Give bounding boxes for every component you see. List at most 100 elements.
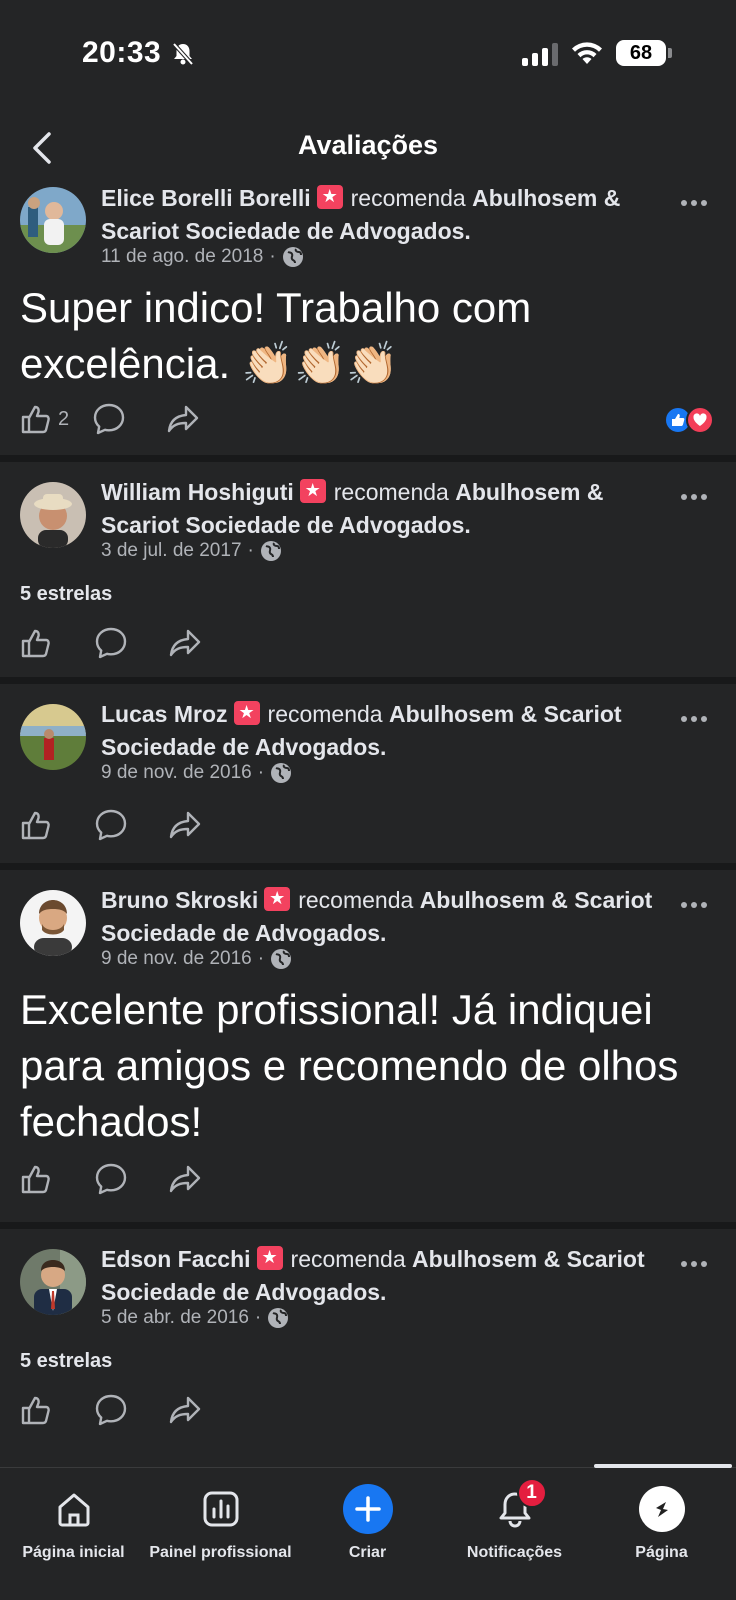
recommend-verb: recomenda xyxy=(333,479,449,505)
bell-icon: 1 xyxy=(495,1478,547,1534)
globe-icon xyxy=(268,1308,289,1328)
thumbs-up-icon xyxy=(21,629,50,658)
avatar[interactable] xyxy=(20,187,86,253)
recommend-verb: recomenda xyxy=(298,887,414,913)
battery-indicator: 68 xyxy=(616,40,666,66)
share-button[interactable] xyxy=(166,403,200,435)
like-button[interactable] xyxy=(20,627,94,659)
share-icon xyxy=(167,405,199,433)
review-date[interactable]: 9 de nov. de 2016 xyxy=(101,948,252,970)
nav-notifications[interactable]: 1 Notificações xyxy=(441,1478,588,1562)
nav-page[interactable]: Página xyxy=(588,1484,735,1562)
battery-cap xyxy=(668,48,672,58)
reviewer-name[interactable]: Edson Facchi xyxy=(101,1246,251,1272)
comment-button[interactable] xyxy=(94,1162,168,1196)
review-header: Edson Facchirecomenda Abulhosem & Scario… xyxy=(101,1243,656,1309)
review-date-line: 9 de nov. de 2016 · xyxy=(101,762,292,784)
share-button[interactable] xyxy=(168,1163,202,1195)
comment-icon xyxy=(95,1394,127,1426)
reviewer-name[interactable]: Lucas Mroz xyxy=(101,701,228,727)
avatar[interactable] xyxy=(20,704,86,770)
more-options-button[interactable] xyxy=(674,1249,714,1279)
share-button[interactable] xyxy=(168,1394,202,1426)
review-card: Elice Borelli Borellirecomenda Abulhosem… xyxy=(0,185,736,462)
more-options-button[interactable] xyxy=(674,890,714,920)
thumbs-up-icon xyxy=(21,811,50,840)
bell-off-icon xyxy=(172,42,194,71)
share-button[interactable] xyxy=(168,809,202,841)
avatar[interactable] xyxy=(20,890,86,956)
rating-text: 5 estrelas xyxy=(20,583,113,605)
page-logo-icon xyxy=(638,1486,685,1532)
create-button-wrap xyxy=(342,1484,393,1534)
globe-icon xyxy=(282,247,303,267)
comment-icon xyxy=(95,1163,127,1195)
share-icon xyxy=(169,1165,201,1193)
share-button[interactable] xyxy=(168,627,202,659)
review-text: Super indico! Trabalho com excelência. 👏… xyxy=(20,284,532,387)
separator-dot: · xyxy=(247,540,254,561)
globe-icon xyxy=(271,949,292,969)
review-actions xyxy=(20,626,202,660)
review-card: Edson Facchirecomenda Abulhosem & Scario… xyxy=(0,1229,736,1461)
recommend-star-icon xyxy=(299,479,326,503)
review-date[interactable]: 3 de jul. de 2017 xyxy=(101,540,242,562)
recommend-star-icon xyxy=(233,701,260,725)
review-card: Bruno Skroskirecomenda Abulhosem & Scari… xyxy=(0,870,736,1229)
page-title: Avaliações xyxy=(297,130,439,160)
like-button[interactable] xyxy=(20,809,94,841)
review-text: Excelente profissional! Já indiquei para… xyxy=(20,986,679,1145)
comment-icon xyxy=(95,627,127,659)
globe-icon xyxy=(271,763,292,783)
status-time: 20:33 xyxy=(82,36,162,69)
active-tab-indicator xyxy=(594,1464,732,1468)
wifi-icon xyxy=(570,40,604,71)
nav-dashboard[interactable]: Painel profissional xyxy=(147,1484,294,1562)
avatar[interactable] xyxy=(20,482,86,548)
globe-icon xyxy=(260,541,281,561)
comment-icon xyxy=(93,403,125,435)
separator-dot: · xyxy=(257,948,265,969)
like-button[interactable] xyxy=(20,1394,94,1426)
reviewer-name[interactable]: Elice Borelli Borelli xyxy=(101,185,311,211)
rating-text: 5 estrelas xyxy=(20,1350,113,1372)
avatar[interactable] xyxy=(20,1249,86,1315)
review-date[interactable]: 9 de nov. de 2016 xyxy=(101,762,252,784)
review-card: Lucas Mrozrecomenda Abulhosem & Scariot … xyxy=(0,684,736,870)
cellular-signal-icon xyxy=(522,42,558,66)
love-reaction-icon xyxy=(686,406,714,434)
review-date[interactable]: 5 de abr. de 2016 xyxy=(101,1307,249,1329)
review-date-line: 9 de nov. de 2016 · xyxy=(101,948,292,970)
reviewer-name[interactable]: William Hoshiguti xyxy=(101,479,294,505)
like-button[interactable]: 2 xyxy=(20,403,92,435)
nav-create[interactable]: Criar xyxy=(294,1484,441,1562)
separator-dot: · xyxy=(257,762,265,783)
review-date[interactable]: 11 de ago. de 2018 xyxy=(101,246,263,268)
review-card: William Hoshigutirecomenda Abulhosem & S… xyxy=(0,462,736,684)
recommend-verb: recomenda xyxy=(350,185,466,211)
notifications-badge: 1 xyxy=(516,1478,547,1508)
separator-dot: · xyxy=(254,1307,262,1328)
page-avatar-wrap xyxy=(638,1484,685,1534)
nav-home[interactable]: Página inicial xyxy=(0,1484,147,1562)
reviewer-name[interactable]: Bruno Skroski xyxy=(101,887,258,913)
like-button[interactable] xyxy=(20,1163,94,1195)
thumbs-up-icon xyxy=(21,405,50,434)
review-date-line: 3 de jul. de 2017 · xyxy=(101,540,282,562)
comment-button[interactable] xyxy=(94,1393,168,1427)
recommend-star-icon xyxy=(316,185,343,209)
more-options-button[interactable] xyxy=(674,188,714,218)
nav-create-label: Criar xyxy=(348,1544,387,1561)
more-options-button[interactable] xyxy=(674,482,714,512)
comment-button[interactable] xyxy=(94,626,168,660)
more-options-button[interactable] xyxy=(674,704,714,734)
review-header: William Hoshigutirecomenda Abulhosem & S… xyxy=(101,476,656,542)
reactions-summary[interactable] xyxy=(664,406,714,434)
nav-home-label: Página inicial xyxy=(22,1544,125,1561)
review-actions xyxy=(20,808,202,842)
comment-button[interactable] xyxy=(92,402,166,436)
review-date-line: 11 de ago. de 2018 · xyxy=(101,246,304,268)
top-header: Avaliações xyxy=(0,110,736,190)
thumbs-up-icon xyxy=(21,1165,50,1194)
comment-button[interactable] xyxy=(94,808,168,842)
